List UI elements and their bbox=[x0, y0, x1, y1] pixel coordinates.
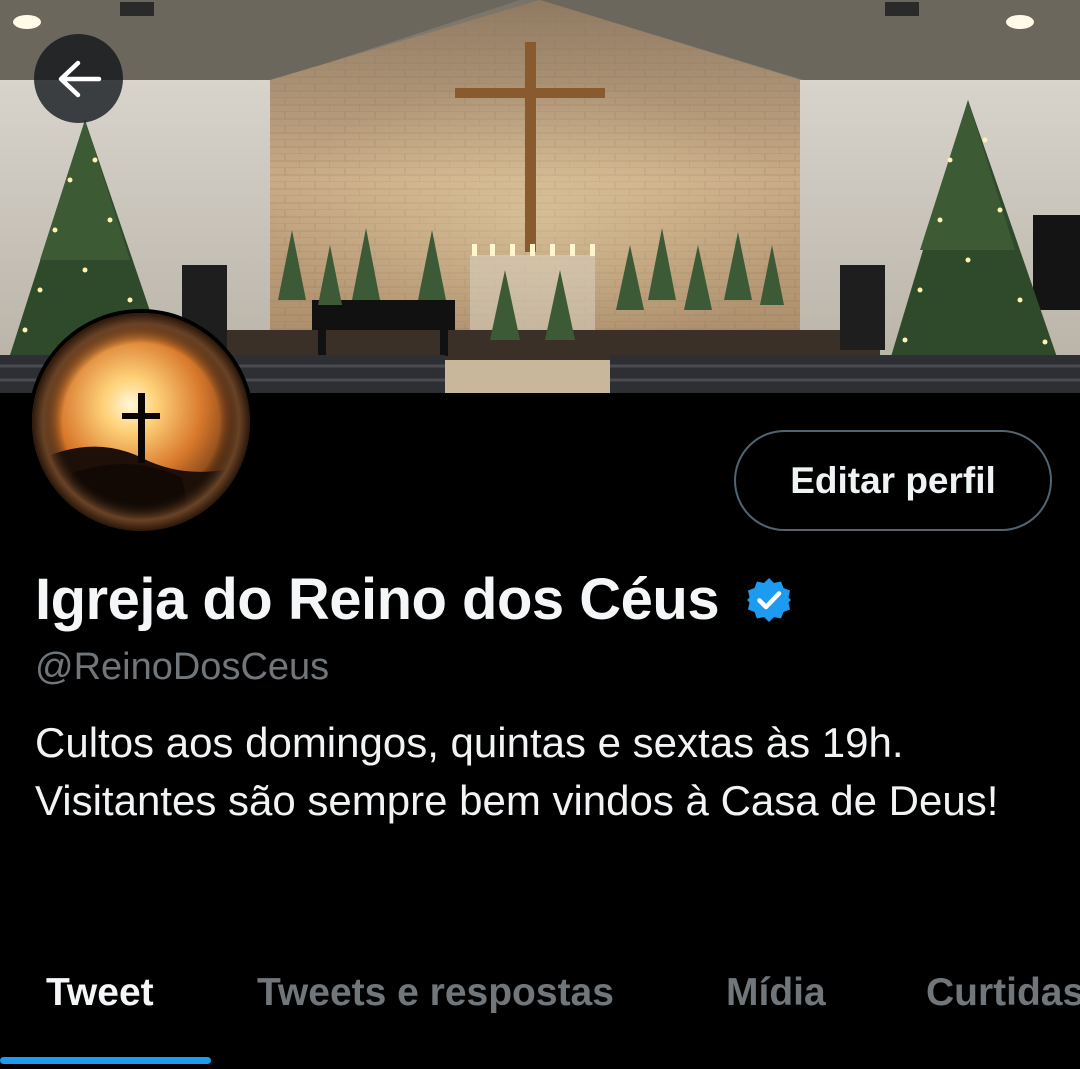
verified-badge-icon[interactable] bbox=[745, 576, 793, 624]
profile-name-row: Igreja do Reino dos Céus bbox=[35, 566, 793, 633]
tab-likes[interactable]: Curtidas bbox=[926, 971, 1080, 1015]
profile-bio: Cultos aos domingos, quintas e sextas às… bbox=[35, 719, 999, 824]
profile-handle: @ReinoDosCeus bbox=[35, 646, 330, 688]
tab-tweets-and-replies[interactable]: Tweets e respostas bbox=[257, 971, 614, 1015]
avatar[interactable] bbox=[28, 309, 254, 535]
profile-tabs: Tweet Tweets e respostas Mídia Curtidas bbox=[0, 945, 1080, 1069]
arrow-left-icon bbox=[58, 60, 101, 97]
profile-display-name: Igreja do Reino dos Céus bbox=[35, 567, 720, 632]
back-button[interactable] bbox=[34, 34, 123, 123]
cross-sunset-avatar-image bbox=[32, 313, 250, 531]
active-tab-indicator bbox=[0, 1057, 211, 1064]
tab-media[interactable]: Mídia bbox=[726, 971, 826, 1015]
edit-profile-button[interactable]: Editar perfil bbox=[734, 430, 1052, 531]
tab-tweets[interactable]: Tweet bbox=[46, 971, 154, 1015]
